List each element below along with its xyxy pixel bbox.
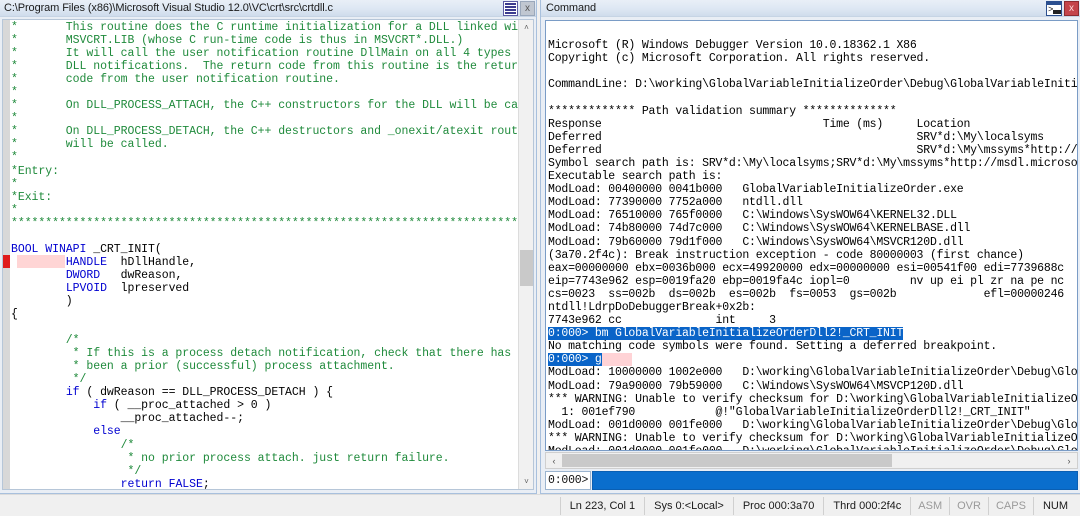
command-output-text[interactable]: Microsoft (R) Windows Debugger Version 1… [546,21,1077,450]
scroll-left-arrow-icon[interactable]: ‹ [546,453,562,468]
command-titlebar[interactable]: Command >_ x [541,0,1080,17]
breakpoint-marker-icon[interactable] [3,255,10,268]
code-text-region[interactable]: * This routine does the C runtime initia… [10,20,518,489]
console-icon[interactable]: >_ [1046,1,1062,16]
command-input-row: 0:000> [545,471,1078,490]
status-bar: Ln 223, Col 1 Sys 0:<Local> Proc 000:3a70 T… [0,494,1080,516]
debugger-window: C:\Program Files (x86)\Microsoft Visual … [0,0,1080,516]
status-cell-num: NUM [1032,496,1080,515]
console-bar-glyph [1053,10,1061,14]
status-cell-ln-223-col-1: Ln 223, Col 1 [559,496,644,515]
source-titlebar-buttons: x [503,1,535,16]
scroll-right-arrow-icon[interactable]: › [1061,453,1077,468]
source-vertical-scrollbar[interactable]: ˄ ˅ [518,20,533,489]
document-icon[interactable] [503,1,518,16]
source-code-text[interactable]: * This routine does the C runtime initia… [10,20,518,489]
source-code-window: C:\Program Files (x86)\Microsoft Visual … [0,0,537,494]
status-cell-caps: CAPS [987,496,1033,515]
scroll-up-arrow-icon[interactable]: ˄ [519,20,533,35]
close-icon[interactable]: x [1064,1,1079,16]
document-lines-glyph [505,3,516,14]
source-titlebar[interactable]: C:\Program Files (x86)\Microsoft Visual … [0,0,536,17]
hscroll-track[interactable] [562,453,1061,468]
status-cell-sys-0-local: Sys 0:<Local> [644,496,733,515]
hscroll-thumb[interactable] [562,454,892,467]
status-cell-ovr: OVR [949,496,988,515]
command-output-area[interactable]: Microsoft (R) Windows Debugger Version 1… [545,20,1078,451]
scroll-down-arrow-icon[interactable]: ˅ [519,474,533,489]
scroll-thumb[interactable] [520,250,533,286]
source-code-area: * This routine does the C runtime initia… [2,19,534,490]
command-prompt-label: 0:000> [545,471,591,490]
status-cell-asm: ASM [910,496,949,515]
status-cell-proc-000-3a70: Proc 000:3a70 [732,496,824,515]
breakpoint-gutter[interactable] [3,20,10,489]
command-horizontal-scrollbar[interactable]: ‹ › [545,452,1078,469]
command-window: Command >_ x Microsoft (R) Windows Debug… [540,0,1080,494]
command-title: Command [546,2,597,14]
breakpoint-row-highlight [17,255,65,268]
status-cell-thrd-000-2f4c: Thrd 000:2f4c [823,496,910,515]
command-titlebar-buttons: >_ x [1046,1,1079,16]
close-icon[interactable]: x [520,1,535,16]
command-input[interactable] [592,471,1078,490]
source-title: C:\Program Files (x86)\Microsoft Visual … [4,2,333,14]
